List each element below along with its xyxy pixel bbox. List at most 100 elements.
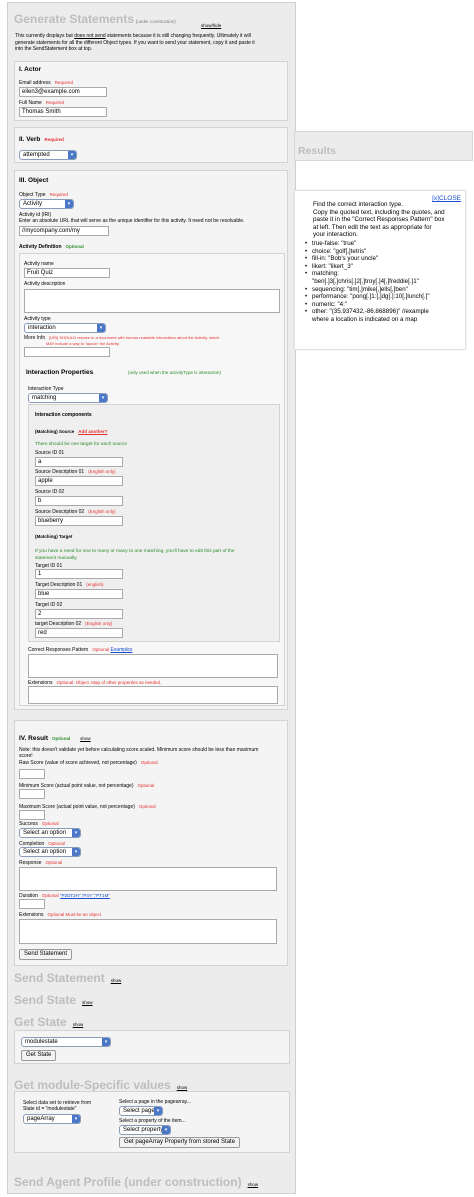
- page-title: Generate Statements: [14, 12, 135, 26]
- interaction-type-select[interactable]: matching ▾: [28, 393, 108, 403]
- full-name-field[interactable]: Thomas Smith: [19, 107, 107, 117]
- send-state-show-link[interactable]: show: [82, 1000, 93, 1005]
- chevron-down-icon: ▾: [102, 1038, 110, 1046]
- property-select[interactable]: Select property ▾: [119, 1125, 171, 1135]
- source-id-2-label: Source ID 02: [35, 489, 65, 495]
- agent-profile-header: Send Agent Profile (under construction) s…: [14, 1175, 259, 1189]
- target-desc-2-field[interactable]: red: [35, 628, 123, 638]
- chevron-down-icon: ▾: [65, 200, 73, 208]
- intro-text: This currently displays but does not sen…: [15, 33, 255, 52]
- response-field[interactable]: [19, 867, 277, 891]
- interaction-components-box: Interaction components (Matching) Source…: [28, 404, 280, 642]
- chevron-down-icon: ▾: [99, 394, 107, 402]
- activity-description-label: Activity description: [24, 281, 66, 287]
- send-statement-header: Send Statement show: [14, 971, 122, 985]
- object-type-select[interactable]: Activity ▾: [19, 199, 74, 209]
- completion-select[interactable]: Select an option ▾: [19, 847, 81, 857]
- min-score-field[interactable]: [19, 789, 45, 799]
- send-statement-show-link[interactable]: show: [111, 978, 122, 983]
- verb-section: II. Verb Required attempted ▾: [14, 127, 288, 163]
- results-box: Results: [294, 131, 473, 161]
- actor-section: I. Actor Email address Required ellen3@ex…: [14, 61, 288, 121]
- success-select[interactable]: Select an option ▾: [19, 828, 81, 838]
- raw-score-field[interactable]: [19, 769, 45, 779]
- activity-description-field[interactable]: [24, 289, 280, 313]
- object-title: III. Object: [19, 177, 49, 184]
- activity-id-field[interactable]: //mycompany.com/my: [19, 226, 109, 236]
- target-desc-2-label: target Description 02 (English only): [35, 621, 113, 627]
- help-item-continuation: where a location is indicated on a map: [312, 315, 418, 323]
- duration-field[interactable]: [19, 899, 45, 909]
- email-label: Email address Required: [19, 80, 73, 86]
- source-id-1-label: Source ID 01: [35, 450, 65, 456]
- help-item: fill-in: "Bob's your uncle": [303, 255, 430, 263]
- result-extensions-field[interactable]: [19, 919, 277, 944]
- verb-select[interactable]: attempted ▾: [19, 150, 77, 160]
- help-item: other: "(35.937432,-86.868896)" //exampl…: [303, 308, 430, 316]
- show-hide-link[interactable]: show/hide: [201, 23, 221, 28]
- response-label: Response Optional: [19, 860, 63, 866]
- result-show-link[interactable]: show: [80, 736, 91, 741]
- activity-type-select[interactable]: interaction ▾: [24, 323, 106, 333]
- generate-statements-panel: Generate Statements (under construction)…: [7, 2, 296, 1194]
- help-item-continuation: "ben[.]3[,]chris[.]2[,]troy[.]4[,]freddi…: [312, 277, 419, 285]
- target-id-2-label: Target ID 02: [35, 602, 63, 608]
- result-extensions-label: Extensions Optional Must be an object: [19, 912, 102, 918]
- chevron-down-icon: ▾: [162, 1126, 170, 1134]
- examples-link[interactable]: Examples: [110, 647, 132, 653]
- agent-profile-show-link[interactable]: show: [248, 1182, 259, 1187]
- max-score-field[interactable]: [19, 810, 45, 820]
- interaction-properties-note: (only used when the activityType is inte…: [128, 370, 222, 375]
- help-item: likert: "likert_3": [303, 263, 430, 271]
- module-values-show-link[interactable]: show: [177, 1085, 188, 1090]
- target-note-line2: statement manually.: [35, 556, 78, 561]
- object-section: III. Object Object Type Required Activity…: [14, 170, 288, 710]
- target-id-1-field[interactable]: 1: [35, 569, 123, 579]
- data-set-select[interactable]: pageArray ▾: [23, 1114, 81, 1124]
- source-id-1-field[interactable]: a: [35, 457, 123, 467]
- result-section: IV. Result Optional show Note: this doesn…: [14, 720, 288, 966]
- page-select[interactable]: Select page ▾: [119, 1106, 163, 1116]
- target-desc-1-field[interactable]: blue: [35, 589, 123, 599]
- email-field[interactable]: ellen3@example.com: [19, 87, 107, 97]
- target-desc-1-label: Target Description 01 (english): [35, 582, 104, 588]
- chevron-down-icon: ▾: [97, 324, 105, 332]
- correct-responses-field[interactable]: [28, 654, 278, 678]
- extensions-field[interactable]: [28, 686, 278, 704]
- verb-title: II. Verb Required: [19, 136, 64, 143]
- activity-id-note: Enter an absolute URL that will serve as…: [19, 218, 245, 224]
- target-id-2-field[interactable]: 2: [35, 609, 123, 619]
- raw-score-label: Raw Score (value of score achieved, not …: [19, 760, 158, 766]
- source-desc-2-field[interactable]: blueberry: [35, 516, 123, 526]
- activity-definition-label: Activity Definition Optional: [19, 244, 84, 250]
- help-item: performance: "pong[.]1:[,]dg[.]:10[,]lun…: [303, 293, 430, 301]
- matching-target-title: (Matching) Target: [35, 534, 73, 539]
- matching-source-title: (Matching) Source Add another?: [35, 429, 108, 434]
- get-state-button[interactable]: Get State: [21, 1050, 57, 1061]
- state-select[interactable]: modulestate ▾: [21, 1037, 111, 1047]
- get-state-box: modulestate ▾ Get State: [14, 1030, 290, 1064]
- source-desc-1-field[interactable]: apple: [35, 476, 123, 486]
- help-item: matching:: [303, 270, 430, 278]
- activity-definition-box: Activity name Fruit Quiz Activity descri…: [19, 253, 285, 706]
- success-label: Success Optional: [19, 821, 59, 827]
- chevron-down-icon: ▾: [72, 829, 80, 837]
- send-state-header: Send State show: [14, 993, 93, 1007]
- chevron-down-icon: ▾: [72, 1115, 80, 1123]
- help-list: true-false: "true" choice: "golf[,]tetri…: [303, 240, 430, 324]
- interaction-components-title: Interaction components: [35, 412, 92, 418]
- interaction-properties-title: Interaction Properties: [26, 369, 94, 376]
- interaction-type-label: Interaction Type: [28, 386, 64, 392]
- more-info-field[interactable]: [24, 347, 110, 357]
- source-desc-2-label: Source Description 02 (English only): [35, 509, 116, 515]
- add-another-link[interactable]: Add another?: [78, 429, 107, 434]
- get-property-button[interactable]: Get pageArray Property from stored State: [119, 1137, 241, 1148]
- send-statement-button[interactable]: Send Statement: [19, 949, 73, 960]
- activity-name-field[interactable]: Fruit Quiz: [24, 268, 110, 278]
- target-note-line1: If you have a need for one to many or ma…: [35, 549, 235, 554]
- source-id-2-field[interactable]: b: [35, 496, 123, 506]
- generate-statements-header: Generate Statements (under construction): [14, 12, 176, 26]
- help-item: true-false: "true": [303, 240, 430, 248]
- get-state-show-link[interactable]: show: [73, 1022, 84, 1027]
- full-name-label: Full Name Required: [19, 100, 65, 106]
